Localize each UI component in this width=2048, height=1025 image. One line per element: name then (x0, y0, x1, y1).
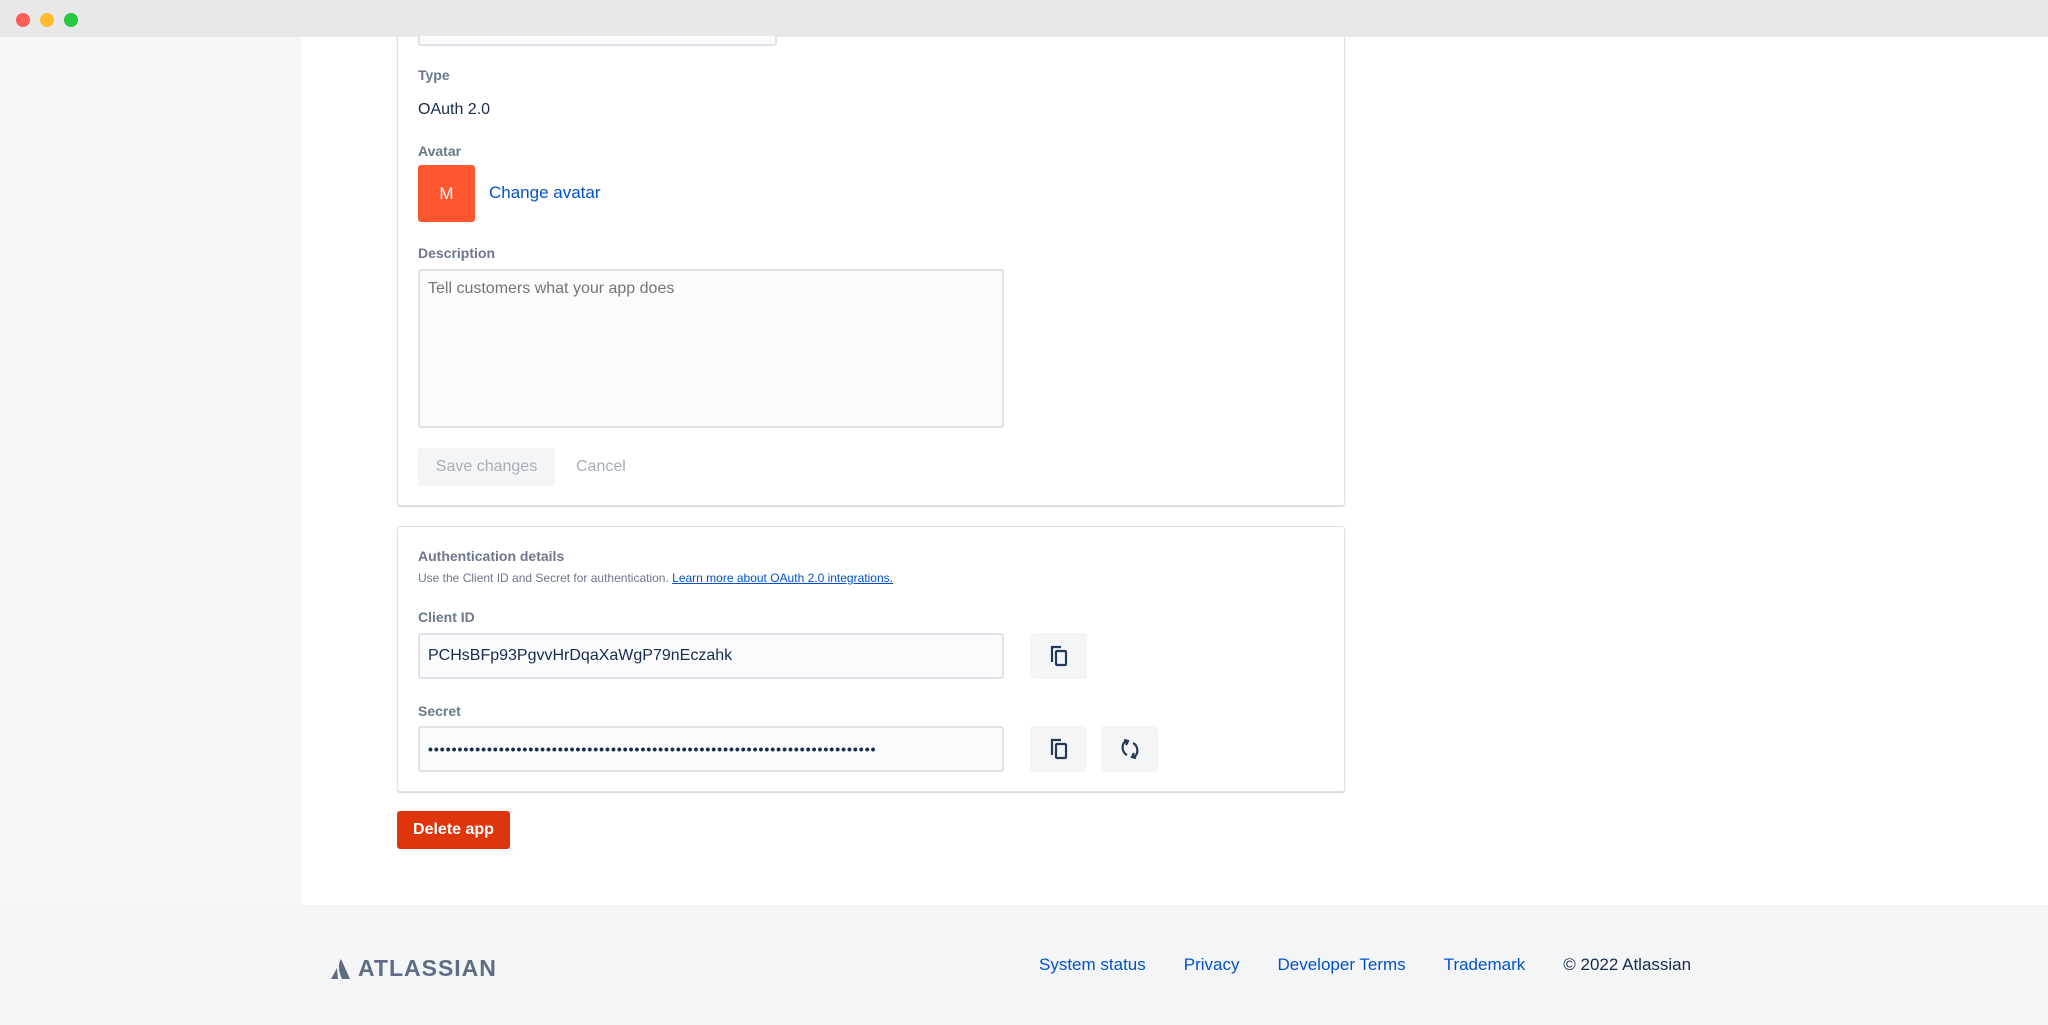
app-name-input[interactable] (418, 36, 777, 46)
secret-masked-value: ••••••••••••••••••••••••••••••••••••••••… (428, 741, 877, 757)
atlassian-logo-text: ATLASSIAN (358, 955, 497, 981)
authentication-card: Authentication details Use the Client ID… (397, 526, 1345, 792)
minimize-window-button[interactable] (40, 13, 54, 27)
description-label: Description (418, 245, 496, 261)
copy-secret-button[interactable] (1030, 726, 1087, 772)
window-titlebar (0, 0, 2048, 37)
learn-more-link[interactable]: Learn more about OAuth 2.0 integrations. (672, 571, 893, 585)
avatar-label: Avatar (418, 143, 462, 159)
copy-icon (1050, 738, 1067, 760)
copy-icon (1050, 645, 1067, 667)
footer-link-developer-terms[interactable]: Developer Terms (1278, 955, 1406, 975)
save-changes-button[interactable]: Save changes (418, 448, 555, 486)
change-avatar-link[interactable]: Change avatar (489, 183, 601, 203)
app-details-card: Type OAuth 2.0 Avatar M Change avatar De… (397, 36, 1345, 506)
copyright: © 2022 Atlassian (1563, 955, 1692, 974)
footer-link-system-status[interactable]: System status (1039, 955, 1146, 975)
maximize-window-button[interactable] (64, 13, 78, 27)
footer-links: System status Privacy Developer Terms Tr… (1039, 955, 1691, 975)
atlassian-logo-icon (331, 958, 350, 979)
client-id-field[interactable]: PCHsBFp93PgvvHrDqaXaWgP79nEczahk (418, 633, 1004, 679)
auth-description-text: Use the Client ID and Secret for authent… (418, 571, 669, 585)
copy-client-id-button[interactable] (1030, 633, 1087, 679)
footer-link-privacy[interactable]: Privacy (1184, 955, 1240, 975)
atlassian-logo[interactable]: ATLASSIAN (330, 955, 497, 982)
type-value: OAuth 2.0 (418, 101, 491, 118)
refresh-icon (1121, 738, 1138, 760)
auth-title: Authentication details (418, 548, 565, 564)
footer: ATLASSIAN System status Privacy Develope… (0, 905, 2048, 1025)
client-id-label: Client ID (418, 609, 475, 625)
avatar-initial: M (439, 183, 454, 203)
secret-field[interactable]: ••••••••••••••••••••••••••••••••••••••••… (418, 726, 1004, 772)
sidebar (0, 37, 302, 905)
type-label: Type (418, 67, 450, 83)
cancel-button[interactable]: Cancel (564, 448, 638, 486)
secret-label: Secret (418, 703, 461, 719)
footer-link-trademark[interactable]: Trademark (1444, 955, 1526, 975)
close-window-button[interactable] (16, 13, 30, 27)
regenerate-secret-button[interactable] (1101, 726, 1158, 772)
avatar: M (418, 165, 475, 222)
client-id-value: PCHsBFp93PgvvHrDqaXaWgP79nEczahk (428, 647, 733, 664)
auth-description: Use the Client ID and Secret for authent… (418, 571, 893, 585)
delete-app-button[interactable]: Delete app (397, 811, 510, 849)
description-textarea[interactable] (418, 269, 1004, 428)
